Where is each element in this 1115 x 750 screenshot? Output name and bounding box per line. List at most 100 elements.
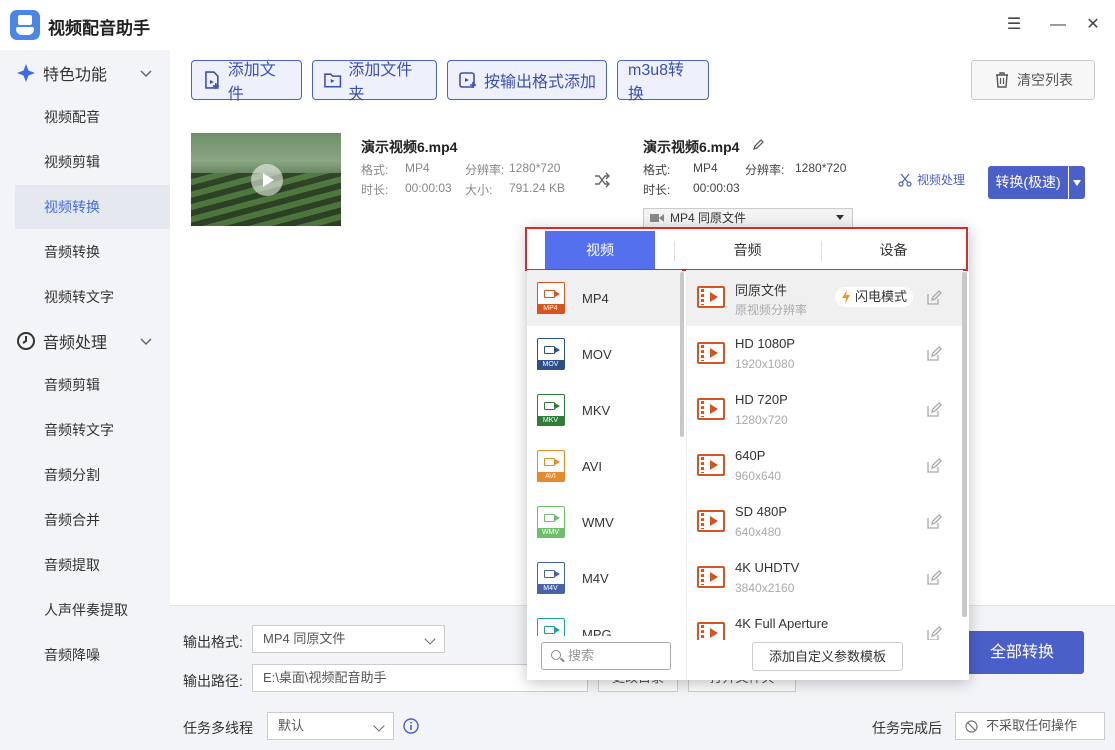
preset-name: HD 1080P bbox=[735, 336, 795, 351]
sidebar-item-video-convert[interactable]: 视频转换 bbox=[15, 185, 170, 229]
preset-item[interactable]: 640P 960x640 bbox=[687, 438, 963, 494]
preset-item[interactable]: SD 480P 640x480 bbox=[687, 494, 963, 550]
edit-icon[interactable] bbox=[925, 625, 943, 640]
chevron-down-icon bbox=[424, 633, 436, 645]
source-size-label: 大小: bbox=[465, 183, 493, 197]
add-by-format-button[interactable]: 按输出格式添加 bbox=[447, 60, 607, 100]
after-done-value: 不采取任何操作 bbox=[986, 718, 1078, 733]
sidebar-item-audio-extract[interactable]: 音频提取 bbox=[15, 543, 170, 587]
sidebar: 特色功能 视频配音 视频剪辑 视频转换 音频转换 视频转文字 音频处理 音频剪辑… bbox=[0, 50, 170, 750]
video-camera-icon bbox=[650, 214, 664, 222]
source-resolution-label: 分辨率: bbox=[465, 163, 505, 177]
sidebar-item-audio-denoise[interactable]: 音频降噪 bbox=[15, 633, 170, 677]
sidebar-item-vocal-extract[interactable]: 人声伴奏提取 bbox=[15, 588, 170, 632]
sidebar-item-audio-merge[interactable]: 音频合并 bbox=[15, 498, 170, 542]
convert-options-dropdown[interactable] bbox=[1069, 166, 1085, 199]
camera-glyph bbox=[544, 290, 560, 298]
preset-item[interactable]: HD 1080P 1920x1080 bbox=[687, 326, 963, 382]
film-icon bbox=[697, 566, 725, 588]
preset-item[interactable]: HD 720P 1280x720 bbox=[687, 382, 963, 438]
output-format-label: 输出格式: bbox=[183, 634, 243, 650]
format-search-input[interactable]: 搜索 bbox=[541, 642, 671, 670]
camera-glyph bbox=[544, 626, 560, 634]
convert-all-button[interactable]: 全部转换 bbox=[960, 631, 1084, 674]
sidebar-section-features[interactable]: 特色功能 bbox=[0, 51, 170, 95]
format-item-avi[interactable]: AVI AVI bbox=[527, 438, 682, 494]
preset-item[interactable]: 同原文件 原视频分辨率 闪电模式 bbox=[687, 270, 963, 326]
tab-audio[interactable]: 音频 bbox=[674, 231, 821, 269]
clear-list-button[interactable]: 清空列表 bbox=[971, 60, 1095, 100]
format-item-m4v[interactable]: M4V M4V bbox=[527, 550, 682, 606]
clock-icon bbox=[17, 332, 35, 350]
video-thumbnail[interactable] bbox=[191, 133, 341, 226]
chevron-down-icon bbox=[373, 720, 385, 732]
edit-icon[interactable] bbox=[925, 569, 943, 587]
video-process-button[interactable]: 视频处理 bbox=[898, 171, 965, 188]
format-item-mp4[interactable]: MP4 MP4 bbox=[527, 270, 682, 326]
edit-icon[interactable] bbox=[925, 513, 943, 531]
pencil-icon[interactable] bbox=[752, 138, 765, 151]
bottom-output-format-select[interactable]: MP4 同原文件 bbox=[252, 625, 445, 653]
sidebar-section-audio[interactable]: 音频处理 bbox=[0, 319, 170, 363]
preset-name: 640P bbox=[735, 448, 766, 463]
preset-item[interactable]: 4K Full Aperture bbox=[687, 606, 963, 640]
sidebar-item-video-edit[interactable]: 视频剪辑 bbox=[15, 140, 170, 184]
edit-icon[interactable] bbox=[925, 457, 943, 475]
add-file-button[interactable]: 添加文件 bbox=[191, 60, 302, 103]
tab-device[interactable]: 设备 bbox=[821, 231, 966, 269]
camera-glyph bbox=[544, 402, 560, 410]
format-item-wmv[interactable]: WMV WMV bbox=[527, 494, 682, 550]
tab-video[interactable]: 视频 bbox=[545, 231, 655, 269]
preset-list-scrollbar[interactable] bbox=[962, 272, 967, 617]
sidebar-item-audio-to-text[interactable]: 音频转文字 bbox=[15, 408, 170, 452]
format-tag: WMV bbox=[537, 528, 564, 538]
format-item-mkv[interactable]: MKV MKV bbox=[527, 382, 682, 438]
sidebar-item-audio-convert[interactable]: 音频转换 bbox=[15, 230, 170, 274]
sidebar-item-audio-split[interactable]: 音频分割 bbox=[15, 453, 170, 497]
format-label: AVI bbox=[582, 458, 602, 474]
output-format-select[interactable]: MP4 同原文件 bbox=[643, 208, 853, 228]
menu-icon[interactable]: ☰ bbox=[1004, 15, 1024, 35]
m3u8-convert-button[interactable]: m3u8转换 bbox=[617, 60, 709, 103]
sidebar-item-audio-edit[interactable]: 音频剪辑 bbox=[15, 363, 170, 407]
edit-icon[interactable] bbox=[925, 345, 943, 363]
flash-mode-badge[interactable]: 闪电模式 bbox=[835, 287, 914, 307]
add-folder-icon bbox=[324, 73, 342, 88]
convert-fast-button[interactable]: 转换(极速) bbox=[988, 166, 1068, 199]
close-icon[interactable]: ✕ bbox=[1083, 15, 1103, 35]
m3u8-label: m3u8转换 bbox=[628, 62, 685, 103]
search-placeholder: 搜索 bbox=[568, 648, 595, 663]
sparkle-icon bbox=[17, 64, 35, 82]
add-folder-button[interactable]: 添加文件夹 bbox=[312, 60, 437, 103]
chevron-down-icon[interactable] bbox=[139, 66, 153, 80]
clear-list-label: 清空列表 bbox=[1017, 72, 1073, 88]
scissors-icon bbox=[898, 173, 912, 187]
info-icon[interactable] bbox=[403, 718, 419, 734]
threads-value: 默认 bbox=[278, 718, 305, 733]
minimize-icon[interactable]: — bbox=[1048, 15, 1068, 35]
source-size: 791.24 KB bbox=[509, 181, 566, 195]
format-item-mpg[interactable]: MPG MPG bbox=[527, 606, 682, 636]
format-list-scrollbar[interactable] bbox=[680, 272, 684, 437]
film-icon bbox=[697, 454, 725, 476]
sidebar-item-video-dubbing[interactable]: 视频配音 bbox=[15, 95, 170, 139]
search-icon bbox=[551, 650, 561, 660]
format-item-mov[interactable]: MOV MOV bbox=[527, 326, 682, 382]
title-bar: 视频配音助手 ☰ — ✕ bbox=[0, 0, 1115, 50]
format-label: M4V bbox=[582, 570, 609, 586]
add-custom-template-button[interactable]: 添加自定义参数模板 bbox=[752, 642, 903, 671]
preset-item[interactable]: 4K UHDTV 3840x2160 bbox=[687, 550, 963, 606]
caret-down-icon bbox=[836, 215, 844, 220]
after-done-select[interactable]: 不采取任何操作 bbox=[955, 712, 1105, 740]
video-process-label: 视频处理 bbox=[917, 173, 966, 187]
preset-name: HD 720P bbox=[735, 392, 788, 407]
edit-icon[interactable] bbox=[925, 401, 943, 419]
threads-select[interactable]: 默认 bbox=[267, 712, 394, 740]
output-duration: 00:00:03 bbox=[693, 181, 740, 195]
play-icon[interactable] bbox=[251, 164, 283, 196]
sidebar-item-video-to-text[interactable]: 视频转文字 bbox=[15, 275, 170, 319]
edit-icon[interactable] bbox=[925, 289, 943, 307]
sidebar-section-label: 音频处理 bbox=[43, 335, 108, 352]
preset-resolution: 1280x720 bbox=[735, 413, 788, 427]
chevron-down-icon[interactable] bbox=[139, 334, 153, 348]
